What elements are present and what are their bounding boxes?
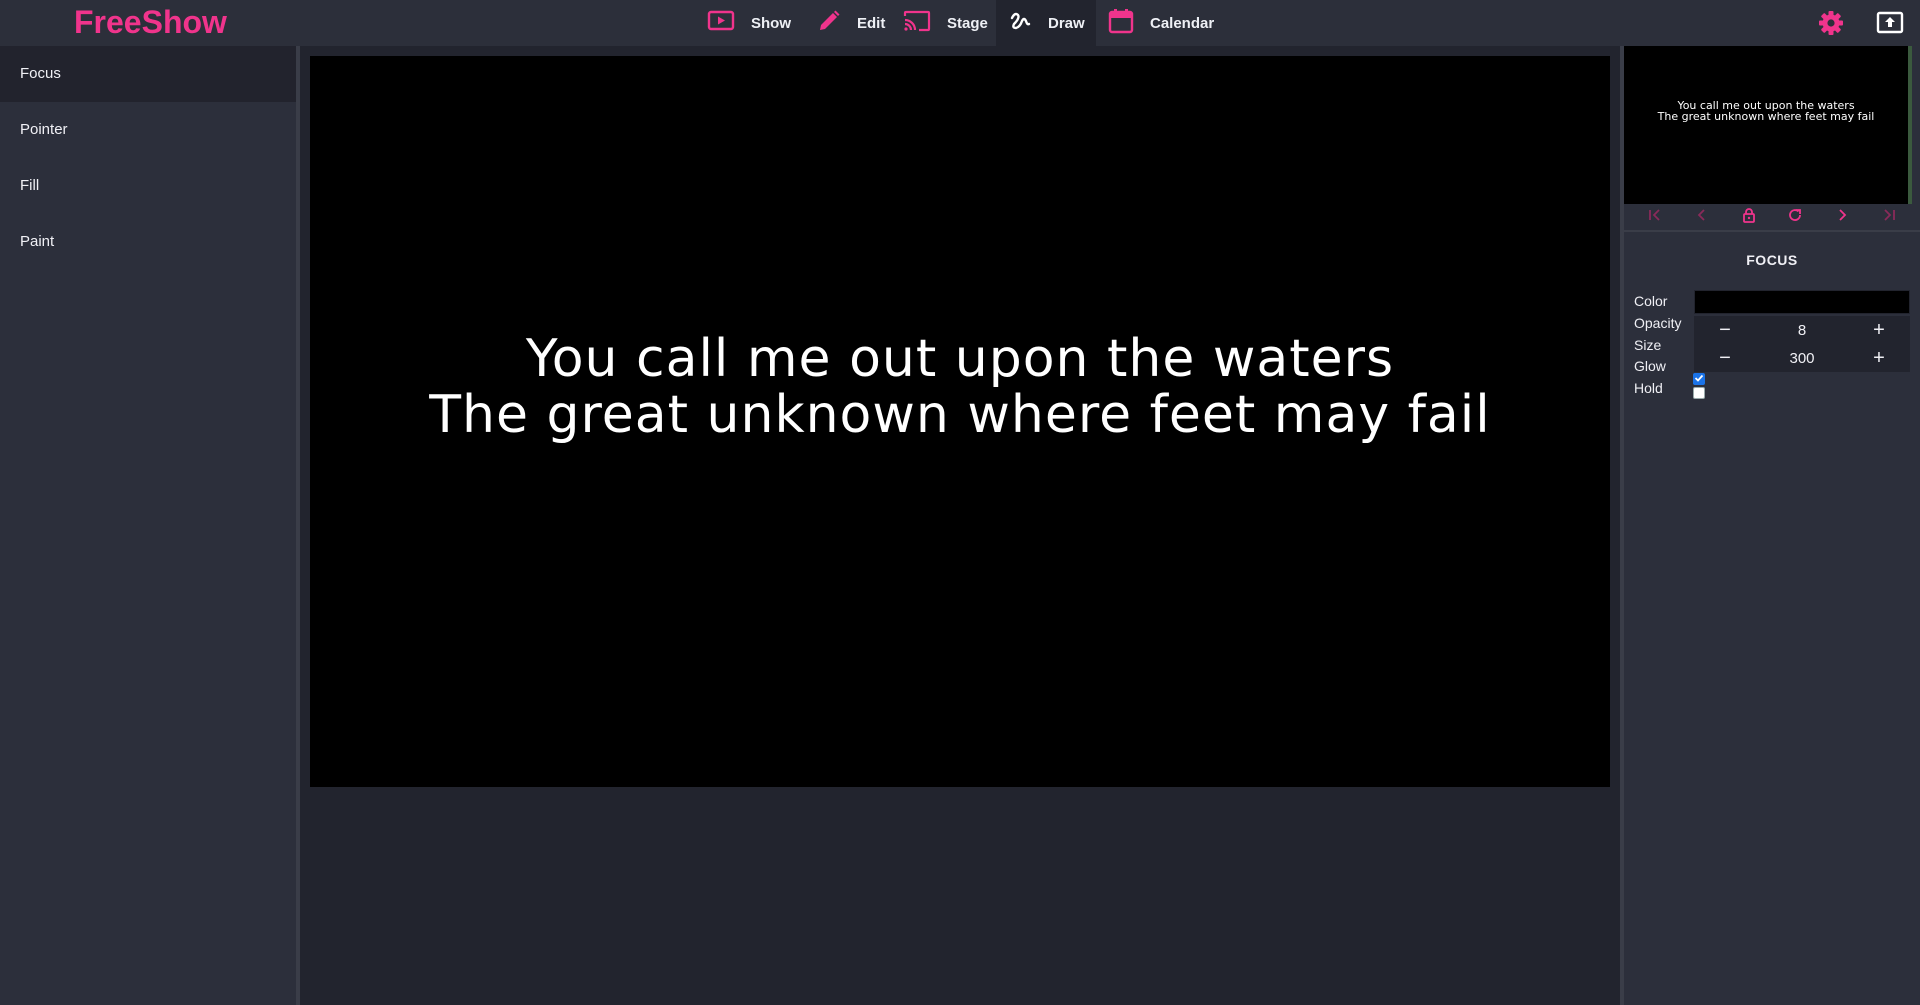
previous-slide-button[interactable] <box>1692 207 1712 227</box>
tool-fill[interactable]: Fill <box>0 158 296 214</box>
tab-draw-label: Draw <box>1048 14 1085 32</box>
cast-icon <box>903 9 947 37</box>
refresh-icon <box>1787 207 1803 228</box>
preview-scrollbar[interactable] <box>1908 46 1912 204</box>
size-decrease-button[interactable]: − <box>1694 344 1756 372</box>
app-logo: FreeShow <box>74 4 227 40</box>
hold-checkbox[interactable] <box>1693 387 1705 399</box>
size-value[interactable]: 300 <box>1756 350 1848 367</box>
color-picker[interactable] <box>1694 290 1910 314</box>
pencil-icon <box>817 9 857 37</box>
skip-first-icon <box>1647 207 1663 228</box>
tool-paint[interactable]: Paint <box>0 214 296 270</box>
tool-pointer-label: Pointer <box>20 121 68 138</box>
checkmark-icon <box>1694 370 1704 388</box>
squiggle-icon <box>1008 9 1048 37</box>
last-slide-button[interactable] <box>1879 207 1899 227</box>
tool-focus[interactable]: Focus <box>0 46 296 102</box>
opacity-stepper: − 8 + <box>1694 316 1910 344</box>
tool-fill-label: Fill <box>20 177 40 194</box>
color-label: Color <box>1634 293 1668 309</box>
chevron-left-icon <box>1694 207 1710 228</box>
drawing-tools-panel: Focus Pointer Fill Paint <box>0 46 296 1005</box>
glow-checkbox[interactable] <box>1693 373 1705 385</box>
opacity-increase-button[interactable]: + <box>1848 316 1910 344</box>
tool-pointer[interactable]: Pointer <box>0 102 296 158</box>
tab-stage[interactable]: Stage <box>891 0 999 46</box>
tab-edit[interactable]: Edit <box>805 0 903 46</box>
opacity-decrease-button[interactable]: − <box>1694 316 1756 344</box>
properties-title: FOCUS <box>1746 252 1798 268</box>
tab-draw[interactable]: Draw <box>996 0 1096 46</box>
slide-canvas[interactable]: You call me out upon the waters The grea… <box>310 56 1610 787</box>
slide-text-line-1: You call me out upon the waters <box>525 328 1395 389</box>
chevron-right-icon <box>1834 207 1850 228</box>
gear-icon <box>1816 11 1846 42</box>
calendar-icon <box>1108 8 1150 38</box>
top-bar: FreeShow Show Edit Stage Draw Calendar <box>0 0 1920 46</box>
opacity-label: Opacity <box>1634 315 1682 331</box>
tab-stage-label: Stage <box>947 14 988 32</box>
first-slide-button[interactable] <box>1645 207 1665 227</box>
skip-last-icon <box>1881 207 1897 228</box>
next-slide-button[interactable] <box>1832 207 1852 227</box>
settings-button[interactable] <box>1816 8 1846 38</box>
output-button[interactable] <box>1875 8 1905 38</box>
opacity-value[interactable]: 8 <box>1756 322 1848 339</box>
display-output-icon <box>1875 11 1905 42</box>
size-label: Size <box>1634 337 1662 353</box>
tab-show[interactable]: Show <box>695 0 805 46</box>
tab-show-label: Show <box>751 14 791 32</box>
tab-calendar[interactable]: Calendar <box>1096 0 1232 46</box>
refresh-button[interactable] <box>1785 207 1805 227</box>
hold-label: Hold <box>1634 380 1663 396</box>
tab-calendar-label: Calendar <box>1150 14 1215 32</box>
tool-focus-label: Focus <box>20 65 61 82</box>
output-preview[interactable]: You call me out upon the waters The grea… <box>1624 46 1908 204</box>
size-stepper: − 300 + <box>1694 344 1910 372</box>
lock-icon <box>1741 207 1757 228</box>
glow-label: Glow <box>1634 358 1666 374</box>
preview-controls <box>1624 204 1920 232</box>
tool-paint-label: Paint <box>20 233 55 250</box>
lock-button[interactable] <box>1739 207 1759 227</box>
tab-edit-label: Edit <box>857 14 886 32</box>
slide-text-line-2: The great unknown where feet may fail <box>429 384 1491 445</box>
size-increase-button[interactable]: + <box>1848 344 1910 372</box>
play-screen-icon <box>707 9 751 37</box>
preview-text-line-2: The great unknown where feet may fail <box>1657 110 1875 123</box>
